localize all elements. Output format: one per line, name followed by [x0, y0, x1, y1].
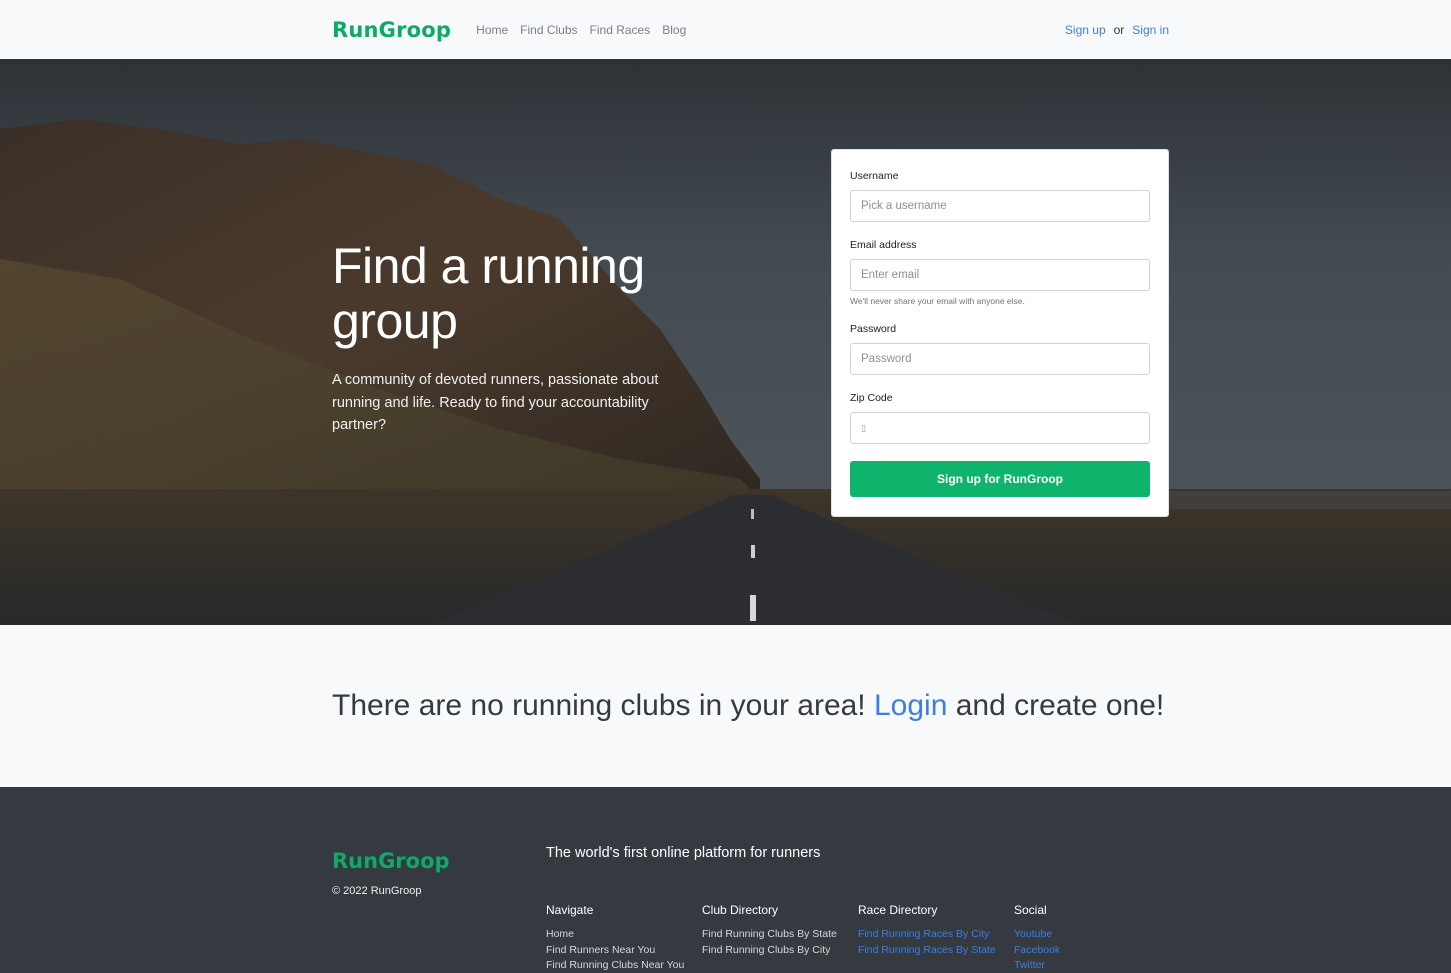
footer-col-navigate: Navigate Home Find Runners Near You Find…	[546, 903, 702, 973]
login-link[interactable]: Login	[874, 689, 947, 723]
hero-subtitle: A community of devoted runners, passiona…	[332, 372, 659, 433]
signup-link[interactable]: Sign up	[1065, 23, 1106, 37]
footer-col-title: Race Directory	[858, 903, 938, 917]
footer: RunGroop © 2022 RunGroop The world's fir…	[0, 787, 1451, 973]
footer-link-clubs-by-city[interactable]: Find Running Clubs By City	[702, 943, 858, 959]
password-group: Password Password	[850, 323, 1150, 375]
footer-copyright: © 2022 RunGroop	[332, 885, 422, 897]
footer-columns: Navigate Home Find Runners Near You Find…	[546, 903, 1170, 973]
email-group: Email address Enter email We'll never sh…	[850, 239, 1150, 306]
zip-group: Zip Code ▯	[850, 392, 1150, 444]
footer-link-clubs-by-state[interactable]: Find Running Clubs By State	[702, 927, 858, 943]
no-clubs-text: There are no running clubs in your area!	[332, 689, 866, 722]
hero-title: Find a running group	[332, 238, 645, 349]
email-input[interactable]: Enter email	[850, 259, 1150, 291]
create-text: and create one!	[955, 689, 1165, 722]
brand-logo[interactable]: RunGroop	[332, 18, 451, 42]
footer-link-runners-near-you[interactable]: Find Runners Near You	[546, 943, 702, 959]
footer-link-youtube[interactable]: Youtube	[1014, 927, 1170, 943]
hero-text: Find a running group A community of devo…	[332, 239, 672, 437]
zip-input[interactable]: ▯	[850, 412, 1150, 444]
nav-link-find-races[interactable]: Find Races	[590, 23, 651, 37]
footer-col-title: Navigate	[546, 903, 594, 917]
username-group: Username Pick a username	[850, 170, 1150, 222]
password-label: Password	[850, 323, 897, 335]
footer-col-social: Social Youtube Facebook Twitter	[1014, 903, 1170, 973]
username-input[interactable]: Pick a username	[850, 190, 1150, 222]
navbar-container: RunGroop Home Find Clubs Find Races Blog…	[332, 0, 1169, 59]
hero-background-image	[0, 59, 1451, 625]
nav-link-blog[interactable]: Blog	[662, 23, 686, 37]
navbar: RunGroop Home Find Clubs Find Races Blog…	[0, 0, 1451, 59]
footer-link-clubs-near-you[interactable]: Find Running Clubs Near You	[546, 958, 702, 973]
footer-link-home[interactable]: Home	[546, 927, 702, 943]
signin-link[interactable]: Sign in	[1132, 23, 1169, 37]
password-input[interactable]: Password	[850, 343, 1150, 375]
zip-label: Zip Code	[850, 392, 893, 404]
no-clubs-message: There are no running clubs in your area!…	[0, 625, 1451, 787]
footer-col-race-directory: Race Directory Find Running Races By Cit…	[858, 903, 1014, 973]
footer-link-races-by-state[interactable]: Find Running Races By State	[858, 943, 1014, 959]
footer-link-races-by-city[interactable]: Find Running Races By City	[858, 927, 1014, 943]
signup-submit-button[interactable]: Sign up for RunGroop	[850, 461, 1150, 497]
nav-link-find-clubs[interactable]: Find Clubs	[520, 23, 577, 37]
auth-links: Sign up or Sign in	[1065, 23, 1169, 37]
email-label: Email address	[850, 239, 917, 251]
footer-col-title: Club Directory	[702, 903, 779, 917]
footer-brand-logo[interactable]: RunGroop	[332, 849, 450, 873]
footer-link-twitter[interactable]: Twitter	[1014, 958, 1170, 973]
footer-col-title: Social	[1014, 903, 1047, 917]
nav-link-home[interactable]: Home	[476, 23, 508, 37]
footer-tagline: The world's first online platform for ru…	[546, 845, 821, 861]
username-label: Username	[850, 170, 899, 182]
footer-col-club-directory: Club Directory Find Running Clubs By Sta…	[702, 903, 858, 973]
signup-form: Username Pick a username Email address E…	[831, 149, 1169, 517]
footer-link-facebook[interactable]: Facebook	[1014, 943, 1170, 959]
auth-separator: or	[1113, 22, 1125, 37]
hero-section: Find a running group A community of devo…	[0, 59, 1451, 625]
nav-links: Home Find Clubs Find Races Blog	[476, 23, 686, 37]
email-help-text: We'll never share your email with anyone…	[850, 296, 1025, 306]
